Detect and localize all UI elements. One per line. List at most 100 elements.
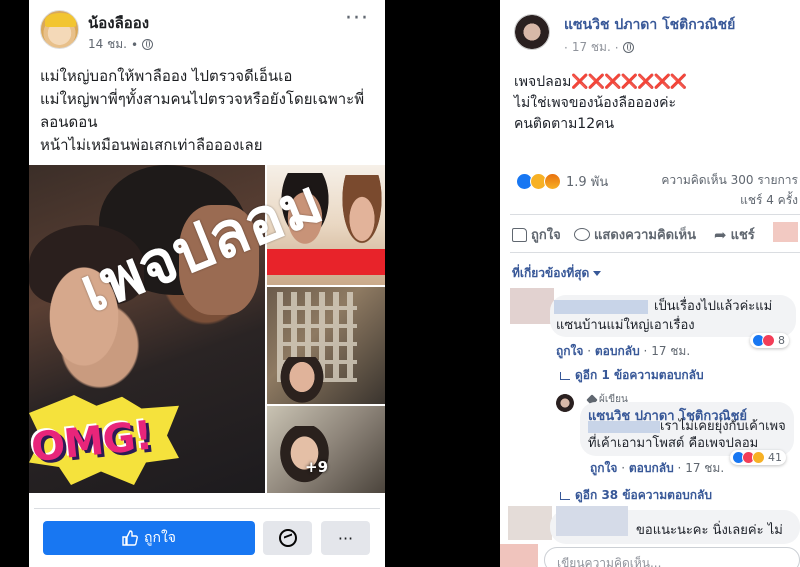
commenter-avatar[interactable] bbox=[510, 288, 554, 324]
photo-kid bbox=[277, 357, 327, 404]
left-post-card: น้องลืออง 14 ชม. • ··· แม่ใหญ่บอกให้พาลื… bbox=[29, 0, 385, 567]
divider bbox=[34, 508, 380, 509]
omg-sticker: OMG! bbox=[29, 395, 179, 485]
comment-input-avatar[interactable] bbox=[500, 544, 538, 567]
reply-reply-link[interactable]: ตอบกลับ bbox=[629, 461, 674, 475]
left-post-text-line: ลอนดอน bbox=[40, 113, 98, 131]
comment-text: เป็นเรื่องไปแล้วค่ะแม่ bbox=[654, 299, 773, 314]
comment-text: ขอแนะนะคะ นิ่งเลยค่ะ ไม่ bbox=[636, 523, 783, 538]
comment-actions: ถูกใจ · ตอบกลับ · 17 ชม. bbox=[556, 344, 691, 358]
thumbs-up-icon bbox=[122, 530, 138, 546]
right-post-time[interactable]: 17 ชม. bbox=[572, 38, 611, 57]
left-post-main-photo[interactable]: OMG! bbox=[29, 165, 265, 493]
messenger-icon bbox=[278, 529, 297, 547]
left-post-text-line: หน้าไม่เหมือนพ่อเสกเท่าลืออองเลย bbox=[40, 136, 263, 154]
comment-action[interactable]: แสดงความคิดเห็น bbox=[574, 224, 696, 245]
globe-icon bbox=[142, 39, 154, 50]
divider bbox=[510, 214, 800, 215]
right-post-author[interactable]: แซนวิช ปภาดา โชติกวณิชย์ bbox=[564, 14, 735, 36]
share-action[interactable]: ➦ แชร์ bbox=[714, 224, 755, 245]
right-post-text: เพจปลอม❌❌❌❌❌❌❌ ไม่ใช่เพจของน้องลืออองค่ะ… bbox=[514, 72, 687, 135]
angry-reaction-icon bbox=[544, 173, 561, 190]
left-post-author[interactable]: น้องลืออง bbox=[88, 11, 149, 35]
haha-reaction-icon bbox=[752, 451, 765, 464]
right-post-text-line: คนติดตาม12คน bbox=[514, 116, 615, 132]
globe-icon bbox=[622, 42, 634, 53]
left-post-avatar[interactable] bbox=[40, 10, 79, 49]
right-post-text-prefix: เพจปลอม bbox=[514, 74, 572, 90]
like-button[interactable]: ถูกใจ bbox=[43, 521, 255, 555]
left-post-text: แม่ใหญ่บอกให้พาลืออง ไปตรวจดีเอ็นเอ แม่ใ… bbox=[40, 65, 380, 157]
meta-separator: · bbox=[614, 40, 619, 55]
view-more-replies-link[interactable]: ดูอีก 1 ข้อความตอบกลับ bbox=[560, 366, 704, 385]
comment-like-link[interactable]: ถูกใจ bbox=[556, 344, 583, 358]
comment-time[interactable]: 17 ชม. bbox=[651, 344, 690, 358]
cross-marks: ❌❌❌❌❌❌❌ bbox=[571, 74, 687, 90]
comment-icon bbox=[574, 228, 590, 241]
reply-author-avatar[interactable] bbox=[556, 394, 574, 412]
left-post-photo-3[interactable] bbox=[267, 287, 385, 404]
right-post-avatar[interactable] bbox=[514, 14, 550, 50]
caret-down-icon bbox=[593, 271, 602, 276]
comments-count[interactable]: ความคิดเห็น 300 รายการ bbox=[661, 171, 798, 190]
thumbs-up-icon bbox=[512, 227, 527, 242]
photo-person bbox=[337, 175, 385, 255]
comment-reply-link[interactable]: ตอบกลับ bbox=[595, 344, 640, 358]
meta-separator: · bbox=[564, 40, 568, 55]
screenshot-stage: น้องลืออง 14 ชม. • ··· แม่ใหญ่บอกให้พาลื… bbox=[0, 0, 800, 567]
redacted-name bbox=[554, 300, 648, 314]
like-action-label: ถูกใจ bbox=[531, 228, 561, 243]
shares-count[interactable]: แชร์ 4 ครั้ง bbox=[740, 191, 798, 210]
like-button-label: ถูกใจ bbox=[144, 529, 176, 545]
more-photos-count[interactable]: +9 bbox=[305, 458, 328, 476]
meta-separator: • bbox=[130, 37, 139, 52]
reply-like-link[interactable]: ถูกใจ bbox=[590, 461, 617, 475]
reply-reaction-count: 41 bbox=[768, 451, 782, 464]
love-reaction-icon bbox=[762, 334, 775, 347]
messenger-button[interactable] bbox=[263, 521, 312, 555]
photo-person bbox=[275, 173, 335, 248]
view-more-replies-link[interactable]: ดูอีก 38 ข้อความตอบกลับ bbox=[560, 486, 712, 505]
divider bbox=[510, 252, 800, 253]
comment-filter-dropdown[interactable]: ที่เกี่ยวข้องที่สุด bbox=[512, 264, 602, 283]
left-post-photo-4[interactable]: +9 bbox=[267, 406, 385, 493]
left-post-options-icon[interactable]: ··· bbox=[345, 6, 369, 31]
post-as-avatar[interactable] bbox=[773, 222, 798, 242]
left-post-meta: 14 ชม. • bbox=[88, 35, 154, 54]
right-post-text-line: เพจปลอม❌❌❌❌❌❌❌ bbox=[514, 72, 687, 93]
photo-child bbox=[34, 245, 134, 375]
photo-banner bbox=[267, 249, 385, 275]
right-post-meta: · 17 ชม. · bbox=[564, 38, 634, 57]
reply-arrow-icon bbox=[560, 491, 570, 500]
right-post-card: แซนวิช ปภาดา โชติกวณิชย์ · 17 ชม. · เพจป… bbox=[500, 0, 800, 567]
reply-time[interactable]: 17 ชม. bbox=[685, 461, 724, 475]
left-post-photo-2[interactable] bbox=[267, 165, 385, 285]
right-post-text-line: ไม่ใช่เพจของน้องลืออองค่ะ bbox=[514, 95, 676, 111]
view-more-replies-label: ดูอีก 38 ข้อความตอบกลับ bbox=[575, 488, 712, 502]
commenter-avatar[interactable] bbox=[508, 506, 552, 540]
comment-reaction-count: 8 bbox=[778, 334, 785, 347]
share-action-label: แชร์ bbox=[730, 228, 755, 243]
more-options-button[interactable]: ··· bbox=[321, 521, 370, 555]
comment-input[interactable]: เขียนความคิดเห็น... bbox=[544, 547, 800, 567]
left-post-text-line: แม่ใหญ่บอกให้พาลืออง ไปตรวจดีเอ็นเอ bbox=[40, 67, 293, 85]
photo-kid bbox=[277, 426, 332, 486]
like-action[interactable]: ถูกใจ bbox=[512, 224, 561, 245]
reply-reactions[interactable]: 41 bbox=[730, 450, 786, 465]
comment-reactions[interactable]: 8 bbox=[750, 333, 789, 348]
redacted-name bbox=[588, 421, 660, 433]
comment-filter-label: ที่เกี่ยวข้องที่สุด bbox=[512, 266, 590, 280]
reply-actions: ถูกใจ · ตอบกลับ · 17 ชม. bbox=[590, 461, 725, 475]
reply-arrow-icon bbox=[560, 371, 570, 380]
reactions-count: 1.9 พัน bbox=[566, 175, 609, 190]
share-icon: ➦ bbox=[714, 225, 727, 244]
redacted-name bbox=[556, 506, 628, 536]
view-more-replies-label: ดูอีก 1 ข้อความตอบกลับ bbox=[575, 368, 704, 382]
left-post-time[interactable]: 14 ชม. bbox=[88, 35, 127, 54]
comment-text: แซนบ้านแม่ใหญ่เอาเรื่อง bbox=[556, 318, 695, 333]
reactions-summary[interactable]: 1.9 พัน bbox=[516, 171, 608, 192]
reply-text: เราไม่เคยยุ่งกับเค้าเพจ bbox=[660, 419, 786, 434]
left-post-text-line: แม่ใหญ่พาพี่ๆทั้งสามคนไปตรวจหรือยังโดยเฉ… bbox=[40, 90, 365, 108]
photo-face bbox=[179, 205, 259, 315]
comment-action-label: แสดงความคิดเห็น bbox=[594, 228, 697, 243]
